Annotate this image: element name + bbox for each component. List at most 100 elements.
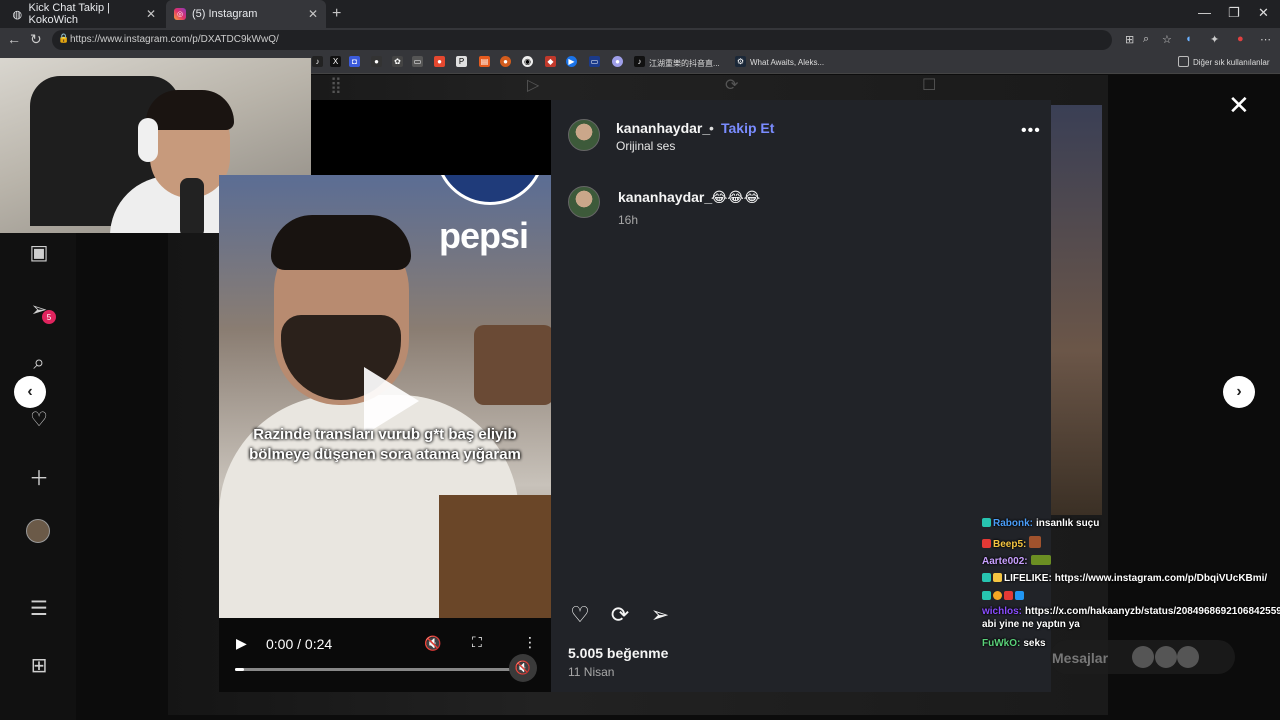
heart-icon[interactable]: ♡ xyxy=(26,406,52,432)
profile-icon[interactable]: ● xyxy=(1237,33,1244,45)
extensions-icon[interactable]: ✦ xyxy=(1210,33,1219,46)
bookmark-icon[interactable]: ▶ xyxy=(566,56,577,67)
more-options-icon[interactable]: ⋮ xyxy=(523,634,537,651)
chat-message: FuWkO: seks xyxy=(982,638,1046,649)
bookmark-icon[interactable]: ▭ xyxy=(412,56,423,67)
microphone xyxy=(180,178,204,233)
menu-icon[interactable]: ☰ xyxy=(26,595,52,621)
repost-icon[interactable]: ⟳ xyxy=(607,602,633,628)
chat-text[interactable]: https://x.com/hakaanyzb/status/208496869… xyxy=(982,606,1280,630)
person-hair xyxy=(271,215,411,270)
mute-icon[interactable]: 🔇 xyxy=(424,635,441,652)
likes-count[interactable]: 5.005 beğenme xyxy=(568,645,668,661)
chat-text: insanlık suçu xyxy=(1036,518,1100,529)
bookmark-tiktok-live[interactable]: 江湖重樂的抖音直... xyxy=(649,58,720,69)
more-options-icon[interactable]: ••• xyxy=(1021,122,1041,140)
like-icon[interactable]: ♡ xyxy=(567,602,593,628)
tab-title: (5) Instagram xyxy=(192,8,258,20)
caption-avatar[interactable] xyxy=(568,186,600,218)
badge-icon xyxy=(993,573,1002,582)
pepsi-sign: pepsi xyxy=(439,215,529,256)
audio-label[interactable]: Orijinal ses xyxy=(616,139,675,153)
video-player[interactable]: pepsi Razinde transları vurub g*t baş el… xyxy=(219,175,551,618)
separator-dot: • xyxy=(709,120,714,136)
message-avatar xyxy=(1155,646,1177,668)
back-icon[interactable]: ← xyxy=(7,31,21,47)
close-tab-icon[interactable]: ✕ xyxy=(146,7,156,21)
next-post-button[interactable]: › xyxy=(1223,376,1255,408)
bookmark-icon[interactable]: ● xyxy=(500,56,511,67)
badge-icon xyxy=(982,573,991,582)
fullscreen-icon[interactable]: ⛶ xyxy=(472,634,482,651)
search-icon[interactable]: ⌕ xyxy=(26,350,52,376)
volume-off-icon[interactable]: 🔇 xyxy=(509,654,537,682)
tab-instagram[interactable]: ◎ (5) Instagram ✕ xyxy=(166,0,326,28)
reels-icon[interactable]: ▣ xyxy=(26,239,52,265)
headphones xyxy=(138,118,158,162)
follow-button[interactable]: Takip Et xyxy=(721,120,774,136)
bookmark-icon[interactable]: P xyxy=(456,56,467,67)
chat-user: LIFELIKE: xyxy=(1004,573,1052,584)
tagged-icon: ☐ xyxy=(922,77,937,94)
create-icon[interactable]: ＋ xyxy=(26,463,52,490)
reddit-bookmark-icon[interactable]: ● xyxy=(434,56,445,67)
app-icon[interactable]: ⊞ xyxy=(1125,33,1134,46)
bookmark-steam[interactable]: What Awaits, Aleks... xyxy=(750,58,824,67)
bookmark-icon[interactable]: ◘ xyxy=(349,56,360,67)
messages-label[interactable]: Mesajlar xyxy=(1052,650,1108,666)
globe-icon: ◍ xyxy=(12,8,23,21)
close-window-button[interactable]: ✕ xyxy=(1258,5,1269,21)
close-tab-icon[interactable]: ✕ xyxy=(308,7,318,21)
profile-avatar[interactable] xyxy=(26,519,50,543)
new-tab-button[interactable]: + xyxy=(332,5,341,23)
blurred-next-post xyxy=(1050,105,1102,515)
chat-message: Rabonk: insanlık suçu xyxy=(982,518,1099,529)
chat-user: Aarte002: xyxy=(982,556,1028,567)
tiktok-icon[interactable]: ♪ xyxy=(634,56,645,67)
author-avatar[interactable] xyxy=(568,119,600,151)
reload-icon[interactable]: ↻ xyxy=(30,31,42,48)
zoom-icon[interactable]: ⌕ xyxy=(1143,33,1149,46)
message-avatar xyxy=(1132,646,1154,668)
author-username[interactable]: kananhaydar_ xyxy=(616,120,710,136)
bookmark-icon[interactable]: ▤ xyxy=(479,56,490,67)
bookmark-icon[interactable]: ✿ xyxy=(392,56,403,67)
chat-text[interactable]: https://www.instagram.com/p/DbqiVUcKBmi/ xyxy=(1055,573,1267,584)
previous-post-button[interactable]: ‹ xyxy=(14,376,46,408)
steam-icon[interactable]: ⚙ xyxy=(735,56,746,67)
grid-icon: ⣿ xyxy=(330,77,342,94)
folder-icon xyxy=(1178,56,1189,67)
menu-icon[interactable]: ⋯ xyxy=(1260,33,1271,46)
share-icon[interactable]: ➢ xyxy=(647,602,673,628)
minimize-button[interactable]: — xyxy=(1198,5,1211,20)
pepsi-logo xyxy=(435,175,545,205)
bookmark-icon[interactable]: ◉ xyxy=(522,56,533,67)
play-icon[interactable]: ▶ xyxy=(236,635,247,652)
chat-message: LIFELIKE: https://www.instagram.com/p/Dbq… xyxy=(982,573,1267,584)
post-date: 11 Nisan xyxy=(568,665,615,679)
progress-bar[interactable] xyxy=(235,668,521,671)
bookmark-icon[interactable]: ◆ xyxy=(545,56,556,67)
maximize-button[interactable]: ❐ xyxy=(1228,5,1240,21)
badge-icon xyxy=(982,539,991,548)
close-icon[interactable]: ✕ xyxy=(1228,90,1250,121)
url-field[interactable]: 🔒 https://www.instagram.com/p/DXATDC9kWw… xyxy=(52,30,1112,50)
extension-icon[interactable]: ◖ xyxy=(1185,33,1192,45)
apps-icon[interactable]: ⊞ xyxy=(26,652,52,678)
chat-message: Aarte002: xyxy=(982,555,1053,567)
bookmark-icon[interactable]: ● xyxy=(612,56,623,67)
chat-message: Beep5: xyxy=(982,536,1043,550)
video-time: 0:00 / 0:24 xyxy=(266,636,333,652)
bookmark-icon[interactable]: ▭ xyxy=(589,56,600,67)
tab-kick-chat[interactable]: ◍ Kick Chat Takip | KokoWich ✕ xyxy=(4,0,164,28)
favorite-icon[interactable]: ☆ xyxy=(1162,33,1172,46)
tiktok-bookmark-icon[interactable]: ♪ xyxy=(312,56,323,67)
bookmark-icon[interactable]: ● xyxy=(371,56,382,67)
emote-icon xyxy=(1029,536,1042,548)
other-bookmarks[interactable]: Diğer sık kullanılanlar xyxy=(1193,58,1269,67)
chat-text: seks xyxy=(1023,638,1046,649)
x-bookmark-icon[interactable]: X xyxy=(330,56,341,67)
badge-icon xyxy=(1015,591,1024,600)
badge-icon xyxy=(1004,591,1013,600)
caption-username[interactable]: kananhaydar_ xyxy=(618,189,712,205)
